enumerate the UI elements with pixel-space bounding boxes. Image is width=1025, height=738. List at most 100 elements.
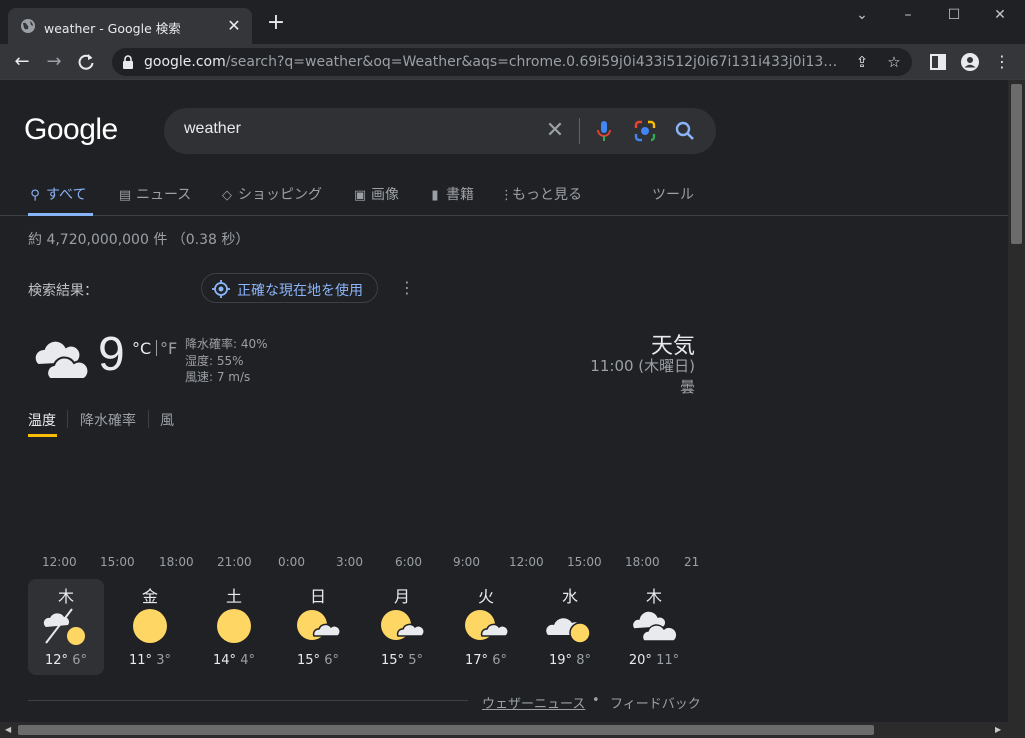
day-name: 日 bbox=[309, 587, 326, 606]
address-bar[interactable]: google.com/search?q=weather&oq=Weather&a… bbox=[112, 48, 912, 76]
humidity-text: 湿度: 55% bbox=[185, 353, 244, 368]
use-precise-location-button[interactable]: 正確な現在地を使用 bbox=[201, 273, 378, 303]
day-name: 木 bbox=[57, 587, 74, 606]
forecast-day-thursday[interactable]: 木 12° 6° bbox=[28, 579, 104, 675]
tab-precipitation[interactable]: 降水確率 bbox=[80, 410, 136, 438]
tab-tools[interactable]: ツール bbox=[652, 184, 694, 216]
footer-separator: • bbox=[592, 693, 600, 708]
page-content: Google ✕ ⚲すべて ▤ニュース ◇ショッピング bbox=[0, 80, 1008, 722]
hour-label: 3:00 bbox=[336, 555, 363, 569]
weather-details: 降水確率: 40% 湿度: 55% 風速: 7 m/s bbox=[185, 336, 268, 386]
bookmark-star-icon[interactable]: ☆ bbox=[884, 52, 904, 72]
day-temps: 11° 3° bbox=[129, 653, 171, 668]
hour-label: 21 bbox=[684, 555, 700, 569]
celsius-toggle[interactable]: °C bbox=[132, 339, 151, 358]
share-icon[interactable]: ⇪ bbox=[852, 52, 872, 72]
day-name: 月 bbox=[393, 587, 410, 606]
partly-cloudy-icon bbox=[381, 610, 425, 640]
close-window-button[interactable]: ✕ bbox=[978, 4, 1022, 28]
horizontal-scrollbar[interactable]: ◀ ▶ bbox=[0, 722, 1008, 738]
forecast-day-sunday[interactable]: 日 15° 6° bbox=[280, 579, 356, 675]
horizontal-scroll-thumb[interactable] bbox=[18, 725, 874, 735]
hour-label: 21:00 bbox=[217, 555, 252, 569]
forecast-day-monday[interactable]: 月 15° 5° bbox=[364, 579, 440, 675]
search-box[interactable]: ✕ bbox=[164, 108, 716, 154]
partly-cloudy-icon bbox=[297, 610, 341, 640]
search-tabs: ⚲ すべて ▤ ニュース ◇ ショッピング ▣ 画像 ▮ 書籍 ⋮もっと見る ツール bbox=[0, 182, 1008, 216]
location-target-icon bbox=[212, 280, 230, 298]
forecast-day-saturday[interactable]: 土 14° 4° bbox=[196, 579, 272, 675]
scroll-right-icon[interactable]: ▶ bbox=[995, 725, 1001, 734]
tab-books[interactable]: ▮ 書籍 bbox=[428, 184, 474, 216]
cloudy-icon bbox=[33, 339, 90, 380]
chart-tab-divider bbox=[67, 410, 68, 428]
day-temps: 14° 4° bbox=[213, 653, 255, 668]
microphone-icon[interactable] bbox=[594, 120, 614, 142]
tab-all[interactable]: ⚲ すべて bbox=[28, 184, 93, 216]
tab-search-icon[interactable]: ⌄ bbox=[840, 4, 884, 28]
browser-toolbar: ← → google.com/search?q=weather&oq=Weath… bbox=[0, 44, 1025, 80]
hour-label: 12:00 bbox=[42, 555, 77, 569]
more-vert-icon: ⋮ bbox=[500, 188, 513, 203]
forecast-day-tuesday[interactable]: 火 17° 6° bbox=[448, 579, 524, 675]
hour-label: 15:00 bbox=[100, 555, 135, 569]
tab-news[interactable]: ▤ ニュース bbox=[118, 184, 191, 216]
scrollbar-corner bbox=[1008, 722, 1025, 738]
news-icon: ▤ bbox=[118, 188, 132, 203]
fahrenheit-toggle[interactable]: °F bbox=[160, 339, 177, 358]
globe-icon bbox=[21, 19, 35, 33]
google-logo[interactable]: Google bbox=[24, 113, 118, 147]
hour-label: 6:00 bbox=[395, 555, 422, 569]
search-divider bbox=[579, 118, 580, 144]
tag-icon: ◇ bbox=[222, 188, 232, 203]
url-text: google.com/search?q=weather&oq=Weather&a… bbox=[144, 54, 844, 70]
google-lens-icon[interactable] bbox=[634, 120, 656, 142]
hour-label: 9:00 bbox=[453, 555, 480, 569]
forecast-day-thursday-next[interactable]: 木 20° 11° bbox=[616, 579, 692, 675]
minimize-button[interactable]: – bbox=[886, 4, 930, 28]
side-panel-icon[interactable] bbox=[928, 52, 948, 72]
profile-icon[interactable] bbox=[960, 52, 980, 72]
back-icon[interactable]: ← bbox=[8, 48, 36, 76]
day-temps: 19° 8° bbox=[549, 653, 591, 668]
day-temps: 20° 11° bbox=[628, 653, 680, 668]
hour-label: 18:00 bbox=[625, 555, 660, 569]
day-temps: 15° 5° bbox=[381, 653, 423, 668]
cloudy-icon bbox=[631, 610, 678, 642]
tab-images[interactable]: ▣ 画像 bbox=[353, 184, 399, 216]
tab-more[interactable]: ⋮もっと見る bbox=[500, 184, 582, 216]
footer-divider bbox=[28, 700, 468, 701]
result-stats: 約 4,720,000,000 件 （0.38 秒） bbox=[28, 232, 250, 248]
reload-icon[interactable] bbox=[76, 52, 96, 72]
tab-close-icon[interactable]: ✕ bbox=[224, 16, 244, 36]
weathernews-link[interactable]: ウェザーニュース bbox=[482, 693, 585, 712]
scroll-left-icon[interactable]: ◀ bbox=[5, 725, 11, 734]
chart-tab-divider bbox=[148, 410, 149, 428]
search-icon[interactable] bbox=[674, 120, 696, 142]
browser-tab[interactable]: weather - Google 検索 ✕ bbox=[8, 8, 252, 44]
new-tab-button[interactable]: + bbox=[264, 12, 288, 36]
forecast-day-wednesday[interactable]: 水 19° 8° bbox=[532, 579, 608, 675]
tab-shopping[interactable]: ◇ ショッピング bbox=[220, 184, 322, 216]
tab-wind[interactable]: 風 bbox=[160, 410, 174, 438]
vertical-scroll-thumb[interactable] bbox=[1011, 84, 1022, 244]
partly-cloudy-icon bbox=[465, 610, 509, 640]
forward-icon[interactable]: → bbox=[40, 48, 68, 76]
menu-kebab-icon[interactable]: ⋮ bbox=[992, 52, 1012, 72]
vertical-scrollbar[interactable] bbox=[1008, 80, 1025, 722]
feedback-link[interactable]: フィードバック bbox=[610, 693, 701, 712]
weather-condition: 曇 bbox=[679, 378, 695, 396]
sunny-icon bbox=[133, 609, 167, 643]
forecast-day-friday[interactable]: 金 11° 3° bbox=[112, 579, 188, 675]
weather-time: 11:00 (木曜日) bbox=[590, 357, 695, 375]
clear-icon[interactable]: ✕ bbox=[544, 120, 566, 142]
more-options-icon[interactable]: ⋮ bbox=[399, 278, 415, 298]
active-tab-indicator bbox=[28, 434, 57, 437]
maximize-button[interactable]: ☐ bbox=[932, 4, 976, 28]
location-button-label: 正確な現在地を使用 bbox=[237, 283, 363, 299]
day-temps: 15° 6° bbox=[297, 653, 339, 668]
current-temperature: 9 bbox=[98, 328, 125, 381]
book-icon: ▮ bbox=[431, 188, 439, 203]
wind-text: 風速: 7 m/s bbox=[185, 370, 251, 384]
search-input[interactable] bbox=[184, 120, 524, 138]
